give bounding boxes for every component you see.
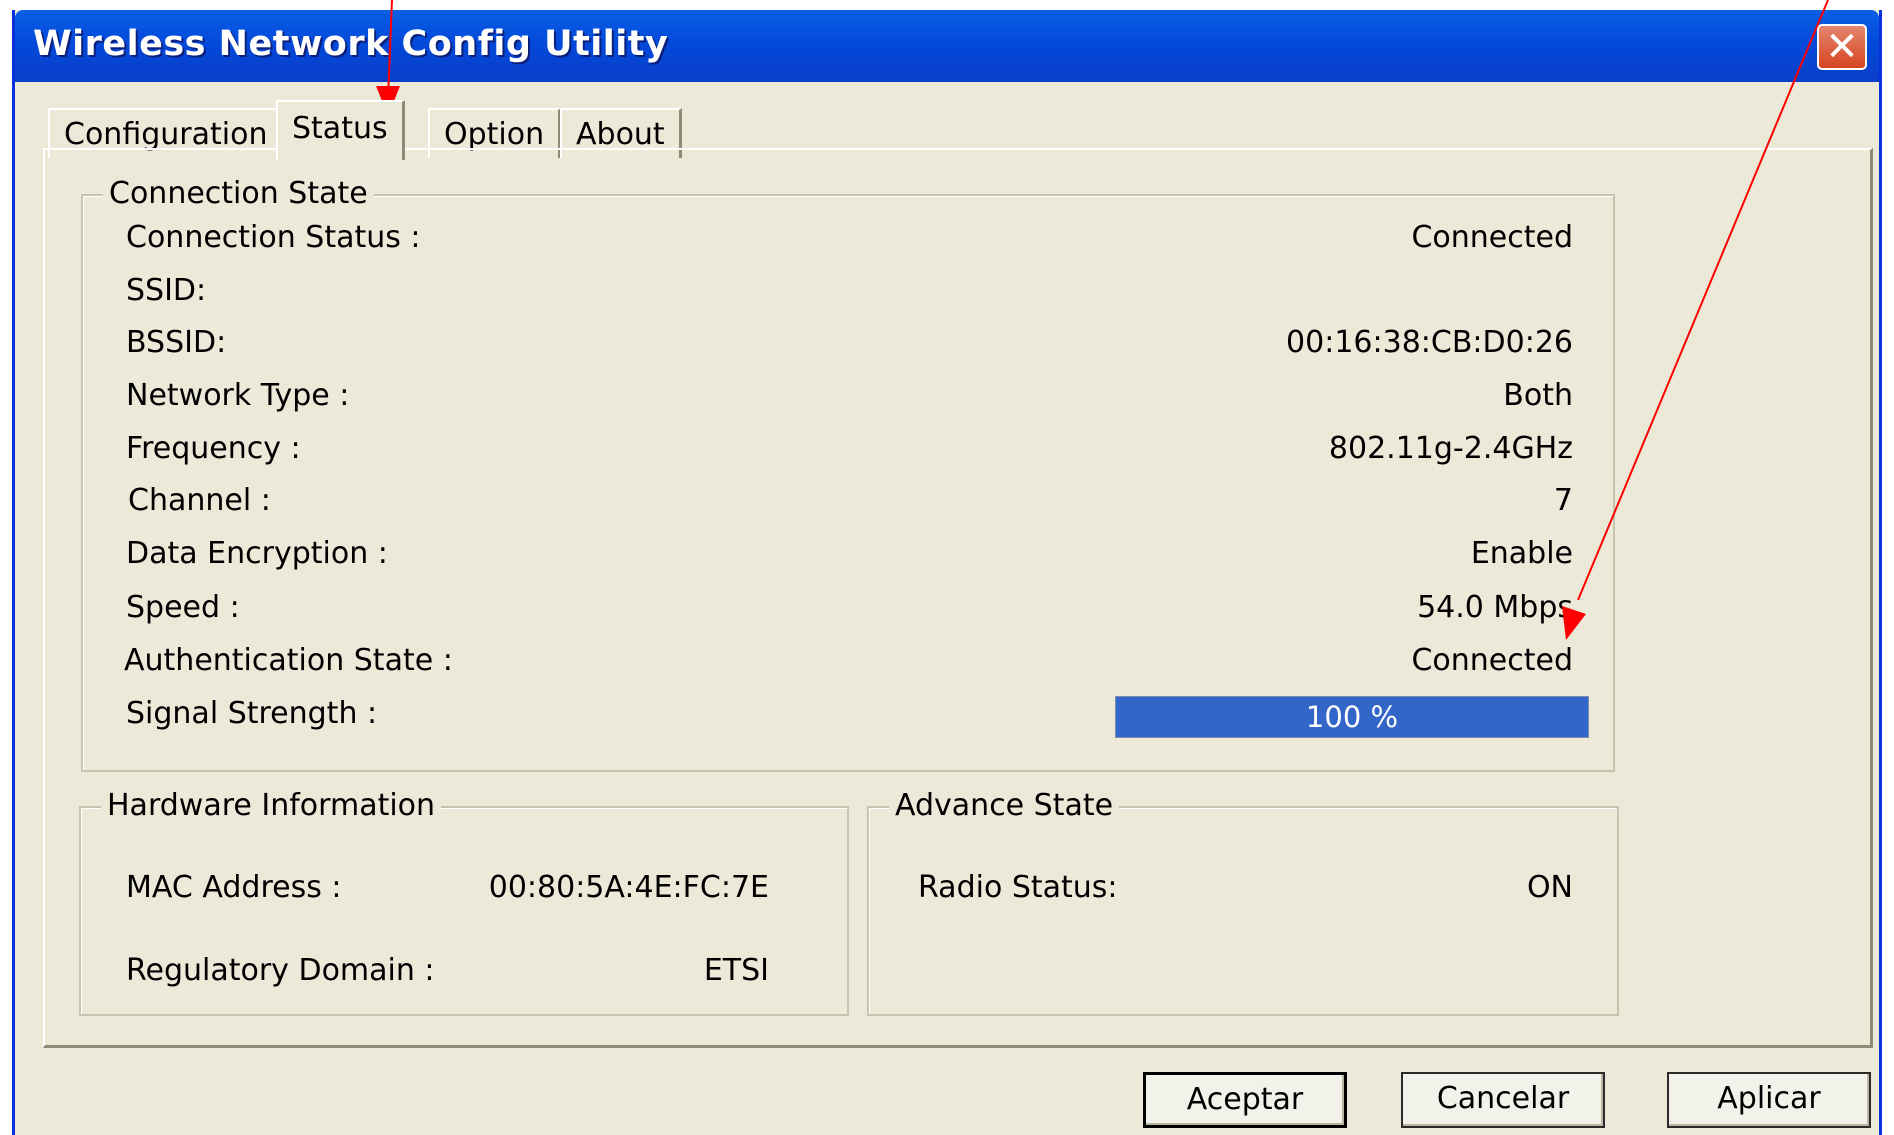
close-icon[interactable]: ✕ (1817, 24, 1867, 70)
speed-value: 54.0 Mbps (1417, 590, 1573, 625)
regulatory-domain-value: ETSI (703, 953, 769, 988)
cancel-button[interactable]: Cancelar (1401, 1072, 1605, 1128)
channel-label: Channel : (128, 483, 271, 518)
speed-label: Speed : (126, 590, 240, 625)
data-encryption-value: Enable (1470, 536, 1573, 571)
signal-strength-label: Signal Strength : (126, 696, 378, 731)
title-bar[interactable]: Wireless Network Config Utility ✕ (15, 10, 1879, 82)
config-utility-window: Wireless Network Config Utility ✕ Config… (12, 10, 1882, 1135)
channel-value: 7 (1553, 483, 1573, 518)
connection-state-group: Connection State (81, 176, 1615, 772)
ssid-label: SSID: (126, 273, 207, 308)
frequency-label: Frequency : (126, 431, 301, 466)
regulatory-domain-label: Regulatory Domain : (126, 953, 435, 988)
advance-state-legend: Advance State (889, 788, 1120, 824)
network-type-value: Both (1503, 378, 1573, 413)
data-encryption-label: Data Encryption : (126, 536, 388, 571)
authentication-state-value: Connected (1411, 643, 1573, 678)
network-type-label: Network Type : (126, 378, 350, 413)
advance-state-group: Advance State (867, 788, 1619, 1016)
signal-strength-text: 100 % (1305, 700, 1399, 734)
signal-strength-bar: 100 % (1115, 696, 1589, 738)
authentication-state-label: Authentication State : (124, 643, 453, 678)
hardware-information-legend: Hardware Information (101, 788, 442, 824)
tab-status[interactable]: Status (276, 100, 405, 160)
connection-state-legend: Connection State (103, 176, 374, 212)
radio-status-value: ON (1526, 870, 1573, 905)
frequency-value: 802.11g-2.4GHz (1328, 431, 1573, 466)
connection-status-value: Connected (1411, 220, 1573, 255)
accept-button[interactable]: Aceptar (1143, 1072, 1347, 1128)
radio-status-label: Radio Status: (918, 870, 1118, 905)
connection-status-label: Connection Status : (126, 220, 421, 255)
bssid-value: 00:16:38:CB:D0:26 (1286, 325, 1573, 360)
window-title: Wireless Network Config Utility (33, 24, 669, 64)
mac-address-value: 00:80:5A:4E:FC:7E (488, 870, 769, 905)
apply-button[interactable]: Aplicar (1667, 1072, 1871, 1128)
mac-address-label: MAC Address : (126, 870, 342, 905)
bssid-label: BSSID: (126, 325, 227, 360)
